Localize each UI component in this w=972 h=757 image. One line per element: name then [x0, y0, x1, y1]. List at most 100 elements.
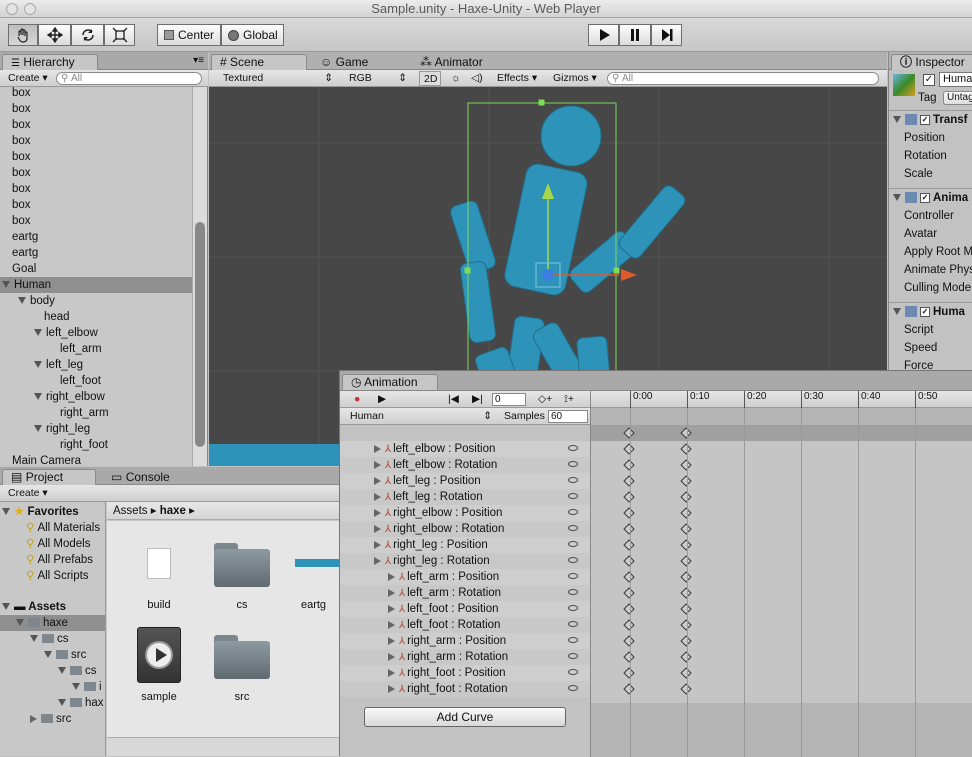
hierarchy-item[interactable]: right_leg — [0, 421, 192, 437]
animation-track[interactable]: ⅄ left_arm : Rotation — [340, 585, 590, 601]
anim-play-button[interactable]: ▶ — [374, 392, 390, 407]
expand-triangle-icon[interactable] — [893, 194, 901, 202]
component-enabled-checkbox[interactable]: ✓ — [920, 114, 930, 125]
hierarchy-item[interactable]: right_foot — [0, 437, 192, 453]
keyframe-diamond-icon[interactable] — [623, 635, 635, 647]
keyframe-diamond-icon[interactable] — [680, 491, 692, 503]
hierarchy-item[interactable]: box — [0, 149, 192, 165]
pivot-point[interactable] — [542, 269, 554, 281]
expand-triangle-icon[interactable] — [388, 636, 395, 645]
expand-triangle-icon[interactable] — [388, 604, 395, 613]
add-event-button[interactable]: ⟟+ — [560, 392, 578, 407]
hierarchy-item[interactable]: left_foot — [0, 373, 192, 389]
eye-icon[interactable] — [568, 653, 578, 659]
animation-track[interactable]: ⅄ right_arm : Position — [340, 633, 590, 649]
keyframe-diamond-icon[interactable] — [623, 667, 635, 679]
keyframe-diamond-icon[interactable] — [680, 475, 692, 487]
keyframe-diamond-icon[interactable] — [680, 443, 692, 455]
eye-icon[interactable] — [568, 685, 578, 691]
expand-triangle-icon[interactable] — [18, 297, 26, 305]
eye-icon[interactable] — [568, 541, 578, 547]
hierarchy-item[interactable]: right_arm — [0, 405, 192, 421]
assets-header[interactable]: ▬ Assets — [2, 599, 66, 615]
breadcrumb-haxe[interactable]: haxe — [160, 505, 186, 517]
hierarchy-item[interactable]: left_arm — [0, 341, 192, 357]
hierarchy-item[interactable]: eartg — [0, 245, 192, 261]
hierarchy-item[interactable]: body — [0, 293, 192, 309]
rotate-tool-button[interactable] — [71, 24, 104, 46]
create-dropdown[interactable]: Create ▾ — [4, 71, 52, 86]
expand-triangle-icon[interactable] — [388, 620, 395, 629]
tab-console[interactable]: ▭ Console — [102, 469, 192, 485]
x-axis-arrow-icon[interactable] — [621, 269, 637, 281]
keyframe-diamond-icon[interactable] — [623, 427, 635, 439]
keyframe-diamond-icon[interactable] — [680, 507, 692, 519]
animation-track[interactable]: ⅄ right_arm : Rotation — [340, 649, 590, 665]
hierarchy-scrollbar[interactable] — [192, 87, 207, 466]
component-header[interactable]: ✓ Huma — [889, 302, 972, 320]
expand-triangle-icon[interactable] — [34, 361, 42, 369]
asset-tree-item[interactable]: cs — [0, 631, 105, 647]
tab-project[interactable]: ▤ Project — [2, 469, 96, 485]
folder-icon[interactable] — [214, 633, 270, 679]
hierarchy-item[interactable]: box — [0, 133, 192, 149]
project-create-dropdown[interactable]: Create ▾ — [4, 486, 52, 501]
hierarchy-item[interactable]: Main Camera — [0, 453, 192, 466]
asset-tree-item[interactable]: src — [0, 647, 105, 663]
hand-tool-button[interactable] — [8, 24, 38, 46]
keyframe-diamond-icon[interactable] — [680, 619, 692, 631]
keyframe-diamond-icon[interactable] — [623, 603, 635, 615]
samples-input[interactable]: 60 — [548, 410, 588, 423]
animation-track[interactable]: ⅄ left_elbow : Rotation — [340, 457, 590, 473]
keyframe-diamond-icon[interactable] — [680, 667, 692, 679]
audio-toggle[interactable]: ◁) — [467, 71, 487, 86]
tag-dropdown[interactable]: Untag — [943, 91, 972, 105]
object-name-input[interactable]: Huma — [939, 72, 972, 87]
favorite-item[interactable]: ⚲ All Scripts — [26, 568, 89, 584]
component-header[interactable]: ✓ Transf — [889, 110, 972, 128]
keyframe-diamond-icon[interactable] — [680, 603, 692, 615]
expand-triangle-icon[interactable] — [34, 329, 42, 337]
2d-toggle[interactable]: 2D — [419, 71, 441, 86]
tab-animator[interactable]: ⁂ Animator — [411, 54, 521, 70]
animation-track[interactable]: ⅄ right_leg : Position — [340, 537, 590, 553]
favorite-item[interactable]: ⚲ All Prefabs — [26, 552, 93, 568]
eye-icon[interactable] — [568, 557, 578, 563]
keyframe-diamond-icon[interactable] — [623, 555, 635, 567]
keyframe-diamond-icon[interactable] — [623, 619, 635, 631]
keyframe-diamond-icon[interactable] — [680, 651, 692, 663]
animation-track[interactable]: ⅄ right_elbow : Position — [340, 505, 590, 521]
scale-tool-button[interactable] — [104, 24, 135, 46]
panel-menu-icon[interactable]: ▾≡ — [193, 55, 204, 66]
add-curve-button[interactable]: Add Curve — [364, 707, 566, 727]
expand-triangle-icon[interactable] — [374, 540, 381, 549]
expand-triangle-icon[interactable] — [58, 667, 66, 675]
record-button[interactable]: ● — [350, 392, 364, 407]
render-dropdown[interactable]: RGB ⇕ — [345, 71, 411, 86]
frame-input[interactable]: 0 — [492, 393, 526, 406]
animation-track[interactable]: ⅄ left_arm : Position — [340, 569, 590, 585]
keyframe-diamond-icon[interactable] — [623, 459, 635, 471]
expand-triangle-icon[interactable] — [30, 714, 37, 723]
eye-icon[interactable] — [568, 637, 578, 643]
keyframe-diamond-icon[interactable] — [623, 651, 635, 663]
shading-dropdown[interactable]: Textured ⇕ — [219, 71, 337, 86]
hierarchy-item[interactable]: box — [0, 117, 192, 133]
animation-track[interactable]: ⅄ right_elbow : Rotation — [340, 521, 590, 537]
eye-icon[interactable] — [568, 493, 578, 499]
move-tool-button[interactable] — [38, 24, 71, 46]
favorites-header[interactable]: ★ Favorites — [2, 504, 79, 520]
eye-icon[interactable] — [568, 525, 578, 531]
character-right-arm[interactable] — [616, 183, 687, 261]
animation-track[interactable]: ⅄ left_foot : Position — [340, 601, 590, 617]
keyframe-diamond-icon[interactable] — [623, 587, 635, 599]
hierarchy-item[interactable]: box — [0, 165, 192, 181]
eye-icon[interactable] — [568, 589, 578, 595]
expand-triangle-icon[interactable] — [374, 524, 381, 533]
hierarchy-item[interactable]: eartg — [0, 229, 192, 245]
keyframe-diamond-icon[interactable] — [623, 475, 635, 487]
hierarchy-item[interactable]: box — [0, 101, 192, 117]
eye-icon[interactable] — [568, 477, 578, 483]
expand-triangle-icon[interactable] — [2, 281, 10, 289]
expand-triangle-icon[interactable] — [34, 425, 42, 433]
